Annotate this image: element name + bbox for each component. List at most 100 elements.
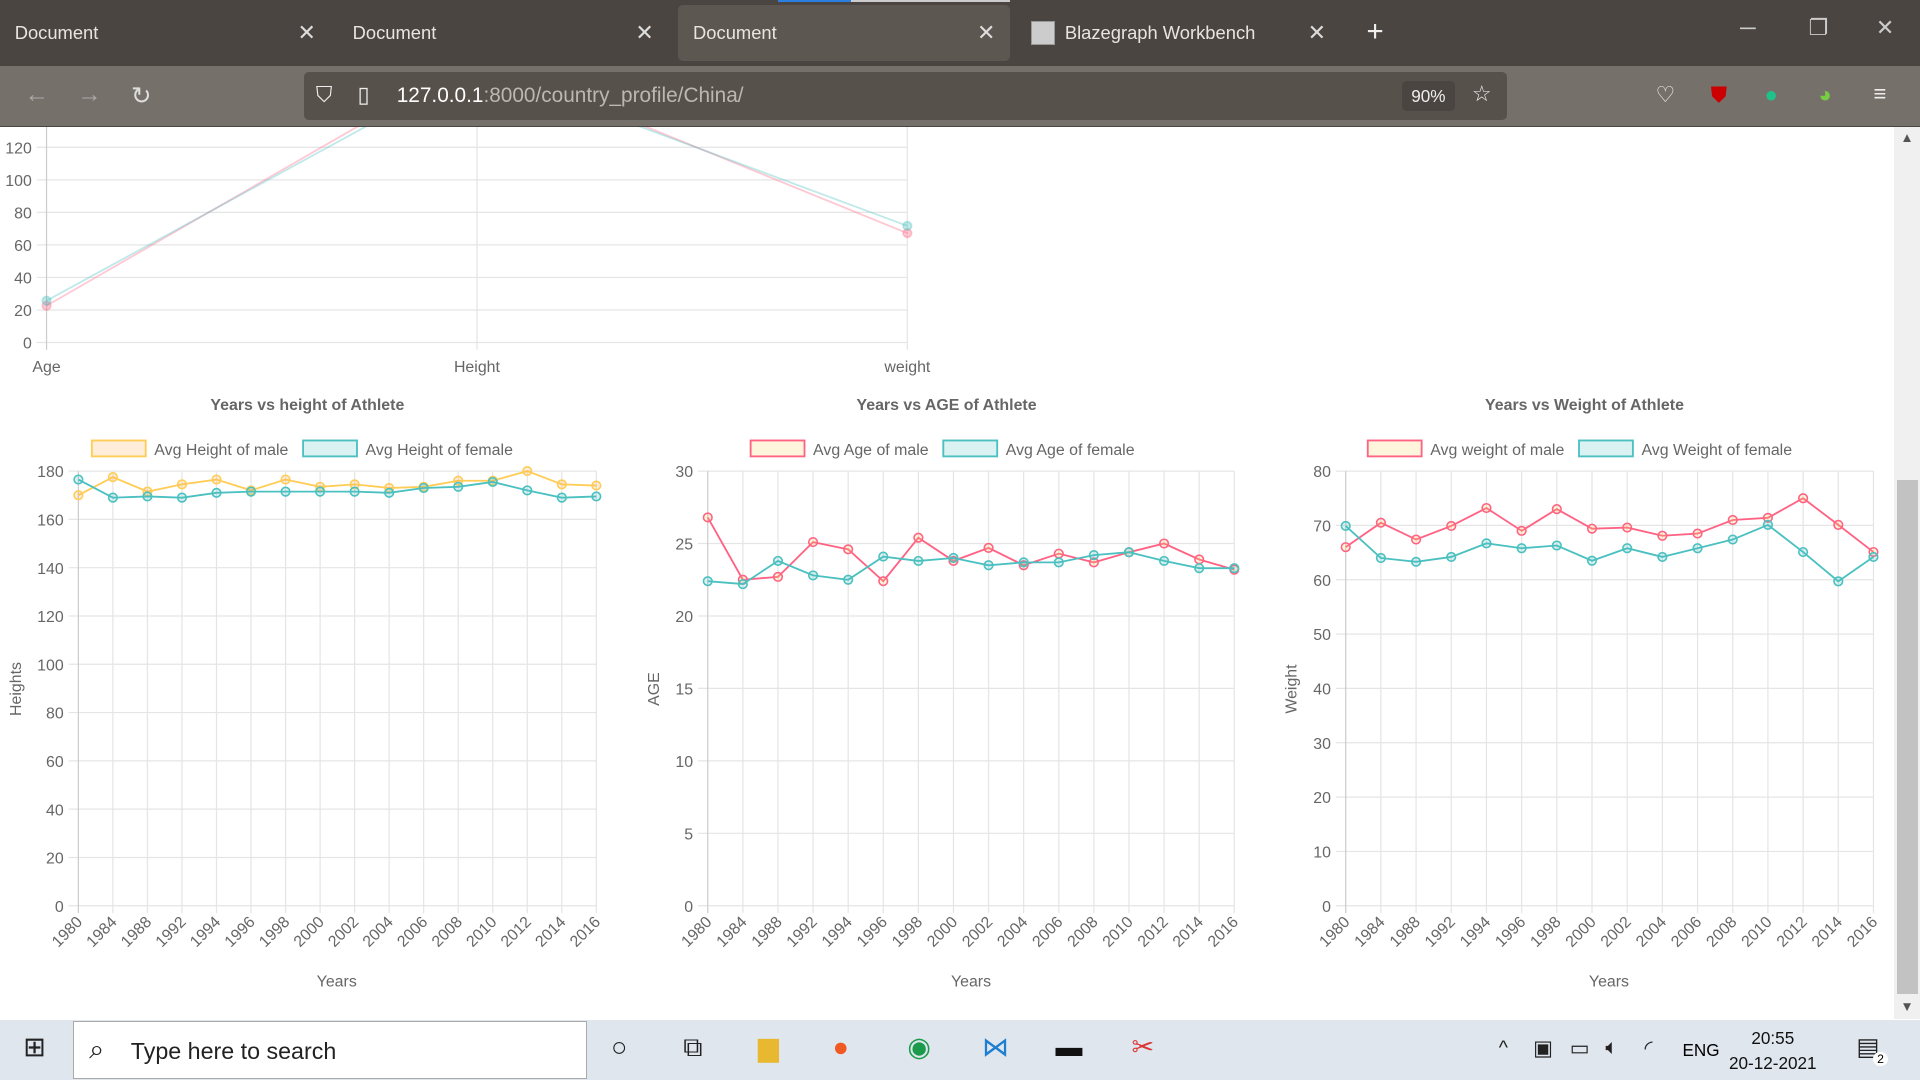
- data-point: [1657, 552, 1668, 563]
- scrollbar[interactable]: ▲ ▼: [1894, 127, 1920, 1019]
- data-point: [843, 575, 854, 586]
- data-point: [1481, 538, 1492, 549]
- scroll-up-icon[interactable]: ▲: [1900, 130, 1913, 145]
- y-tick-label: 0: [23, 336, 32, 353]
- legend-label: Avg Age of female: [1006, 443, 1135, 460]
- data-point: [211, 474, 222, 485]
- y-axis-label: Weight: [1284, 664, 1301, 714]
- tab-document-1[interactable]: Document ✕: [0, 5, 331, 61]
- data-point: [1868, 552, 1879, 563]
- data-point: [176, 479, 188, 490]
- y-tick-label: 60: [14, 238, 32, 255]
- url-bar[interactable]: ⛉ ▯ 127.0.0.1:8000/country_profile/China…: [303, 72, 1508, 120]
- x-tick-label: 1994: [1457, 914, 1494, 951]
- file-explorer-icon[interactable]: ▆: [758, 1032, 779, 1063]
- bookmark-star-icon[interactable]: ☆: [1472, 81, 1492, 107]
- legend-label: Avg Weight of female: [1641, 443, 1792, 460]
- chrome-icon[interactable]: ◉: [907, 1032, 931, 1063]
- pocket-icon[interactable]: ♡: [1656, 82, 1676, 108]
- search-icon: ⌕: [89, 1034, 105, 1065]
- y-tick-label: 0: [684, 899, 693, 916]
- y-tick-label: 100: [37, 658, 64, 675]
- task-view-icon[interactable]: ⧉: [683, 1032, 702, 1064]
- back-icon[interactable]: ←: [24, 81, 48, 109]
- taskbar-search[interactable]: ⌕ Type here to search: [73, 1021, 587, 1079]
- x-axis-label: Years: [951, 974, 991, 991]
- close-tab-icon[interactable]: ✕: [1308, 20, 1326, 46]
- chart-title: Years vs height of Athlete: [210, 397, 404, 414]
- data-point: [1586, 523, 1598, 535]
- meet-now-icon[interactable]: ▣: [1533, 1036, 1553, 1061]
- data-point: [772, 556, 784, 567]
- data-point: [315, 486, 326, 498]
- y-tick-label: 10: [675, 754, 693, 771]
- url-text[interactable]: 127.0.0.1:8000/country_profile/China/: [397, 84, 744, 108]
- url-path: :8000/country_profile/China/: [483, 84, 744, 108]
- grammarly-icon[interactable]: ●: [1765, 82, 1778, 108]
- close-tab-icon[interactable]: ✕: [297, 20, 315, 46]
- close-tab-icon[interactable]: ✕: [635, 20, 653, 46]
- tab-bar: Document ✕ Document ✕ Document ✕ Blazegraph…: [0, 0, 1920, 67]
- volume-icon[interactable]: 🔈︎: [1605, 1036, 1617, 1060]
- search-placeholder: Type here to search: [130, 1038, 337, 1065]
- data-point: [73, 474, 84, 485]
- new-tab-icon[interactable]: +: [1367, 15, 1384, 49]
- y-tick-label: 80: [46, 706, 64, 723]
- data-point: [1159, 556, 1170, 567]
- tab-document-3[interactable]: Document ✕: [678, 4, 1011, 62]
- tab-blazegraph[interactable]: Blazegraph Workbench ✕: [1016, 5, 1340, 61]
- language-indicator[interactable]: ENG: [1682, 1040, 1719, 1061]
- data-point: [913, 556, 924, 567]
- scrollbar-thumb[interactable]: [1896, 479, 1918, 995]
- windows-start-icon[interactable]: ⊞: [23, 1032, 46, 1063]
- data-point: [211, 488, 222, 499]
- x-tick-label: 2010: [463, 914, 500, 951]
- y-tick-label: 40: [1313, 682, 1331, 699]
- cortana-icon[interactable]: ○: [611, 1032, 627, 1063]
- y-tick-label: 5: [684, 827, 693, 844]
- vscode-icon[interactable]: ⋈: [982, 1032, 1009, 1063]
- x-tick-label: 1994: [187, 914, 224, 951]
- restore-icon[interactable]: ❐: [1809, 15, 1829, 41]
- data-point: [349, 486, 360, 498]
- minimize-icon[interactable]: ─: [1740, 15, 1756, 41]
- data-point: [1411, 534, 1422, 545]
- legend-swatch: [942, 439, 999, 458]
- close-window-icon[interactable]: ✕: [1876, 15, 1894, 41]
- data-point: [948, 553, 959, 564]
- zoom-level[interactable]: 90%: [1402, 80, 1455, 112]
- snipping-tool-icon[interactable]: ✂: [1131, 1032, 1154, 1063]
- x-tick-label: 2008: [429, 914, 466, 951]
- show-hidden-icons[interactable]: ^: [1499, 1037, 1508, 1060]
- x-tick-label: 2002: [1598, 914, 1635, 951]
- clock[interactable]: 20:55 20-12-2021: [1729, 1026, 1817, 1075]
- scroll-down-icon[interactable]: ▼: [1900, 999, 1913, 1014]
- y-axis-label: Heights: [8, 662, 25, 716]
- chart-title: Years vs AGE of Athlete: [857, 397, 1037, 414]
- data-point: [902, 221, 913, 232]
- tab-label: Document: [352, 22, 437, 44]
- ublock-icon[interactable]: ⛊: [1711, 82, 1728, 108]
- data-point: [487, 477, 498, 488]
- wifi-icon[interactable]: ◜: [1645, 1036, 1653, 1061]
- data-point: [1516, 526, 1527, 537]
- tab-document-2[interactable]: Document ✕: [338, 5, 669, 61]
- legend-swatch: [90, 439, 147, 458]
- close-tab-icon[interactable]: ✕: [977, 20, 995, 46]
- data-point: [142, 491, 153, 502]
- y-tick-label: 0: [55, 899, 64, 916]
- shield-icon[interactable]: ⛉: [316, 82, 333, 108]
- x-tick-label: 1980: [49, 914, 86, 951]
- firefox-icon[interactable]: ●: [833, 1032, 849, 1063]
- battery-icon[interactable]: ▭: [1570, 1036, 1590, 1061]
- reload-icon[interactable]: ↻: [131, 81, 152, 111]
- forward-icon[interactable]: →: [77, 81, 101, 109]
- terminal-icon[interactable]: ▬: [1056, 1032, 1083, 1063]
- menu-icon[interactable]: ≡: [1873, 81, 1886, 107]
- x-tick-label: 2014: [1809, 914, 1846, 951]
- y-tick-label: 30: [1313, 736, 1331, 753]
- extension-globe-icon[interactable]: ◕: [1818, 82, 1831, 108]
- data-point: [772, 572, 784, 583]
- tab-label: Document: [14, 22, 99, 44]
- data-point: [522, 485, 533, 496]
